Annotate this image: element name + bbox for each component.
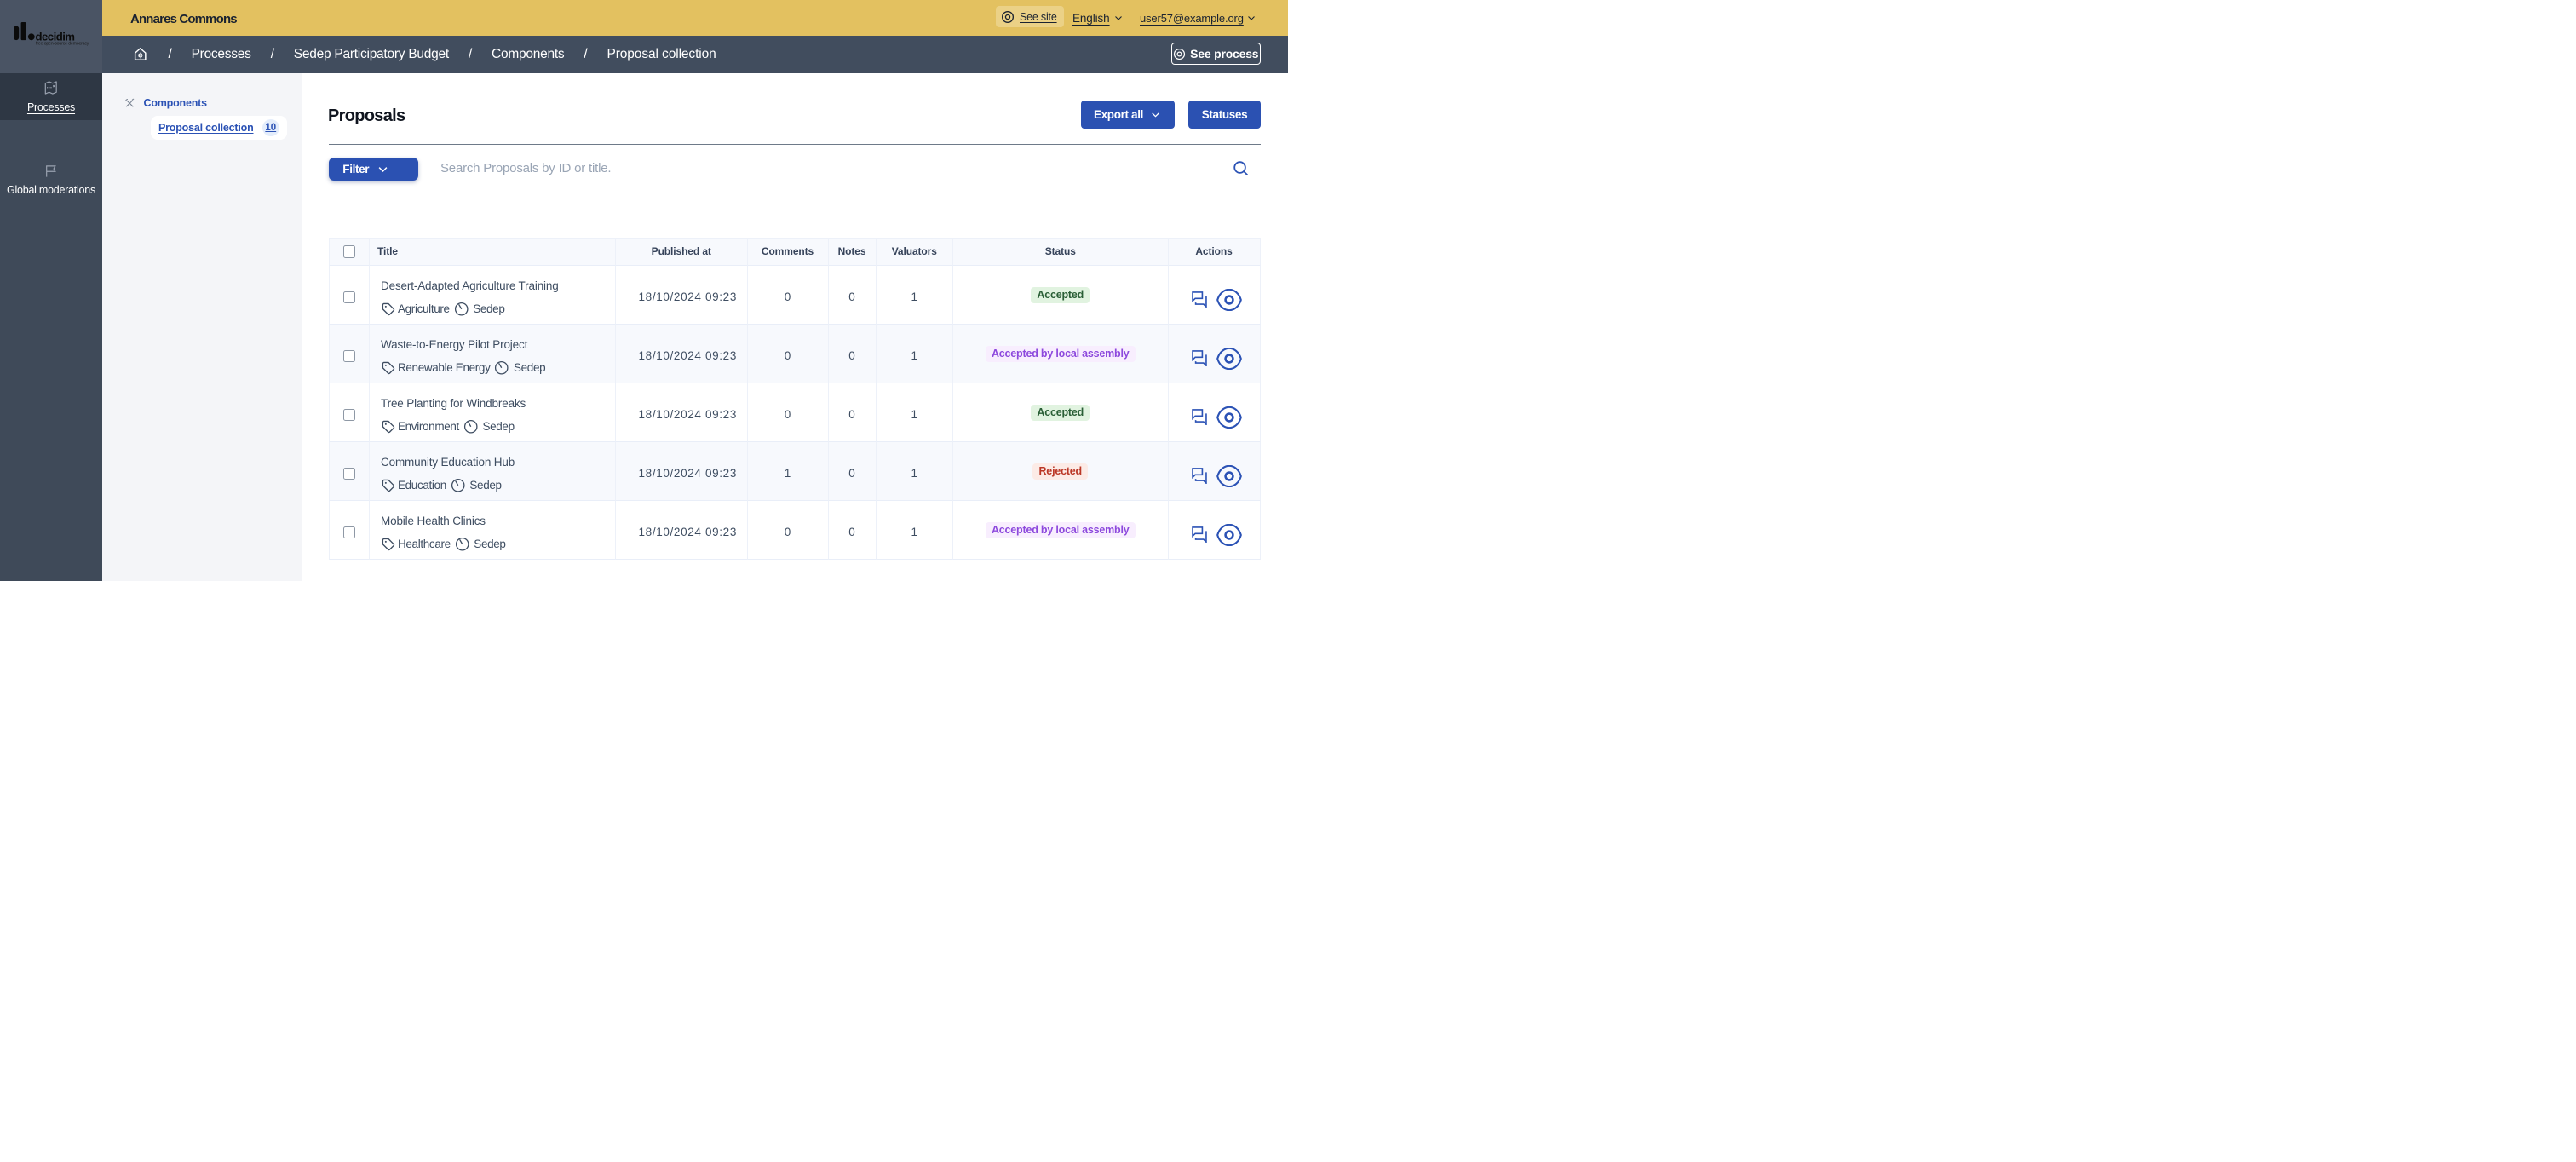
svg-text:free open-source democracy: free open-source democracy bbox=[36, 42, 89, 47]
